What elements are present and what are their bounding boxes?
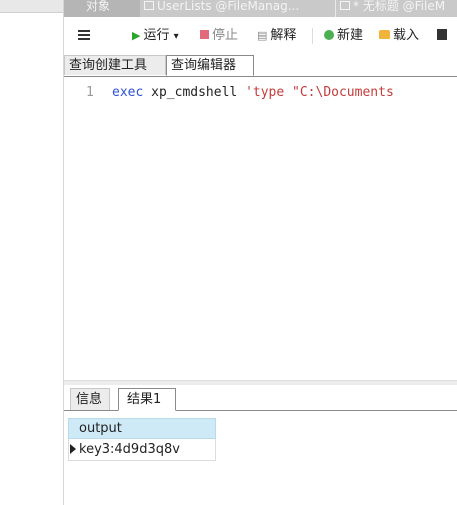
- table-icon: [144, 1, 154, 10]
- table-row[interactable]: key3:4d9d3q8v: [68, 439, 216, 461]
- stop-button[interactable]: 停止: [200, 27, 238, 45]
- stop-icon: [200, 30, 209, 39]
- tab-untitled-label: * 无标题 @FileM: [353, 0, 446, 13]
- result-grid: output key3:4d9d3q8v: [68, 418, 216, 461]
- code-keyword: exec: [112, 85, 144, 100]
- code-line[interactable]: exec xp_cmdshell 'type "C:\Documents: [112, 85, 394, 100]
- table-icon: [340, 1, 350, 10]
- run-icon: ▶: [132, 29, 141, 42]
- save-icon: [437, 29, 447, 40]
- explain-button[interactable]: ▤ 解释: [257, 27, 296, 45]
- stop-label: 停止: [212, 28, 239, 43]
- document-tabbar: 对象 UserLists @FileManag... * 无标题 @FileM: [64, 0, 457, 17]
- output-cell[interactable]: key3:4d9d3q8v: [79, 442, 180, 457]
- tab-userlists-label: UserLists @FileManag...: [157, 0, 300, 13]
- row-pointer-icon: [70, 444, 76, 454]
- menu-icon[interactable]: [78, 30, 90, 40]
- line-number: 1: [86, 85, 94, 100]
- run-dropdown-icon[interactable]: ▾: [174, 31, 179, 42]
- result-tabs: 信息 结果1: [64, 384, 457, 411]
- code-identifier: xp_cmdshell: [143, 85, 246, 100]
- code-string: 'type "C:\Documents: [245, 85, 394, 100]
- tab-result1[interactable]: 结果1: [118, 388, 176, 411]
- tab-untitled-query[interactable]: * 无标题 @FileM: [336, 0, 457, 17]
- object-pane: [0, 0, 64, 505]
- explain-label: 解释: [270, 28, 297, 43]
- tab-objects[interactable]: 对象: [64, 0, 140, 17]
- new-label: 新建: [337, 28, 364, 43]
- query-mode-tabs: 查询创建工具 查询编辑器: [64, 52, 457, 77]
- toolbar-divider: [312, 28, 313, 44]
- run-label: 运行: [143, 28, 170, 43]
- status-area: [64, 492, 457, 505]
- run-button[interactable]: ▶ 运行 ▾: [132, 27, 179, 45]
- tab-objects-label: 对象: [86, 0, 111, 13]
- column-header-output[interactable]: output: [68, 418, 216, 439]
- save-button[interactable]: [437, 27, 449, 45]
- tab-query-builder[interactable]: 查询创建工具: [64, 55, 166, 75]
- query-window: 对象 UserLists @FileManag... * 无标题 @FileM …: [64, 0, 457, 505]
- explain-icon: ▤: [257, 29, 268, 42]
- new-button[interactable]: 新建: [324, 27, 363, 45]
- new-icon: [324, 30, 334, 40]
- tab-info[interactable]: 信息: [70, 388, 110, 410]
- load-label: 载入: [393, 28, 420, 43]
- toolbar: ▶ 运行 ▾ 停止 ▤ 解释 新建 载入: [64, 22, 457, 50]
- sql-editor[interactable]: 1 exec xp_cmdshell 'type "C:\Documents: [64, 77, 457, 380]
- load-icon: [379, 30, 390, 39]
- tab-query-editor[interactable]: 查询编辑器: [166, 55, 254, 76]
- object-pane-selection[interactable]: [0, 0, 63, 13]
- tab-userlists[interactable]: UserLists @FileManag...: [140, 0, 336, 17]
- load-button[interactable]: 载入: [379, 27, 419, 45]
